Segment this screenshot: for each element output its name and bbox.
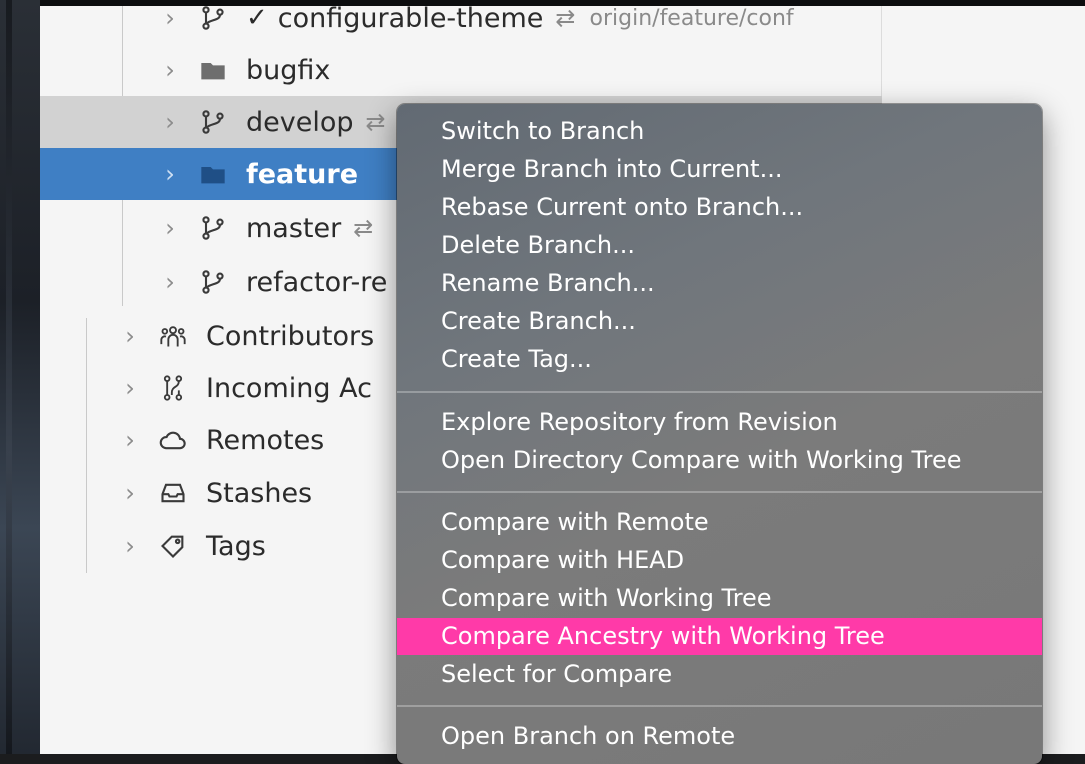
folder-icon	[198, 159, 228, 189]
chevron-right-icon[interactable]: ›	[120, 374, 140, 402]
section-label: Tags	[206, 530, 266, 562]
chevron-right-icon[interactable]: ›	[160, 160, 180, 188]
menu-separator	[397, 705, 1042, 707]
chevron-right-icon[interactable]: ›	[120, 426, 140, 454]
section-label: Remotes	[206, 424, 325, 456]
folder-icon	[198, 55, 228, 85]
git-branch-icon	[198, 213, 228, 243]
branch-context-menu: Switch to Branch Merge Branch into Curre…	[397, 104, 1042, 764]
checked-out-icon: ✓	[246, 3, 268, 33]
folder-label: feature	[246, 158, 359, 190]
chevron-right-icon[interactable]: ›	[160, 214, 180, 242]
cloud-icon	[158, 425, 188, 455]
section-label: Stashes	[206, 477, 313, 509]
menu-item-open-branch-on-remote[interactable]: Open Branch on Remote	[397, 718, 1042, 755]
menu-item-rebase-current[interactable]: Rebase Current onto Branch...	[397, 189, 1042, 226]
menu-separator	[397, 491, 1042, 493]
menu-item-switch-to-branch[interactable]: Switch to Branch	[397, 113, 1042, 150]
chevron-right-icon[interactable]: ›	[160, 4, 180, 32]
tracking-sync-icon: ⇄	[555, 4, 576, 32]
menu-separator	[397, 391, 1042, 393]
tracking-sync-icon: ⇄	[365, 108, 386, 136]
menu-item-compare-with-remote[interactable]: Compare with Remote	[397, 504, 1042, 541]
menu-item-merge-branch[interactable]: Merge Branch into Current...	[397, 151, 1042, 188]
chevron-right-icon[interactable]: ›	[160, 108, 180, 136]
menu-item-create-branch[interactable]: Create Branch...	[397, 303, 1042, 340]
menu-item-select-for-compare[interactable]: Select for Compare	[397, 656, 1042, 693]
git-branch-icon	[198, 107, 228, 137]
menu-item-open-directory-compare[interactable]: Open Directory Compare with Working Tree	[397, 442, 1042, 479]
menu-item-create-tag[interactable]: Create Tag...	[397, 341, 1042, 378]
menu-item-compare-ancestry[interactable]: Compare Ancestry with Working Tree	[397, 618, 1042, 655]
chevron-right-icon[interactable]: ›	[120, 479, 140, 507]
inbox-icon	[158, 478, 188, 508]
branch-label: refactor-re	[246, 266, 388, 298]
menu-item-compare-with-head[interactable]: Compare with HEAD	[397, 542, 1042, 579]
section-label: Incoming Ac	[206, 372, 372, 404]
chevron-right-icon[interactable]: ›	[120, 532, 140, 560]
git-branch-icon	[198, 267, 228, 297]
chevron-right-icon[interactable]: ›	[160, 268, 180, 296]
people-icon	[158, 321, 188, 351]
branch-label: configurable-theme	[277, 2, 544, 34]
tag-icon	[158, 531, 188, 561]
menu-item-explore-repository[interactable]: Explore Repository from Revision	[397, 404, 1042, 441]
branch-label: master	[246, 212, 342, 244]
tree-item-bugfix[interactable]: › bugfix	[40, 44, 882, 96]
chevron-right-icon[interactable]: ›	[120, 322, 140, 350]
folder-label: bugfix	[246, 54, 331, 86]
menu-item-rename-branch[interactable]: Rename Branch...	[397, 265, 1042, 302]
branch-label: develop	[246, 106, 354, 138]
section-label: Contributors	[206, 320, 375, 352]
menu-item-compare-with-working-tree[interactable]: Compare with Working Tree	[397, 580, 1042, 617]
branch-compare-icon	[158, 373, 188, 403]
chevron-right-icon[interactable]: ›	[160, 56, 180, 84]
tracking-sync-icon: ⇄	[353, 214, 374, 242]
tree-item-configurable-theme[interactable]: › ✓ configurable-theme ⇄ origin/feature/…	[40, 0, 882, 44]
tracking-branch-label: origin/feature/conf	[589, 5, 794, 31]
menu-item-delete-branch[interactable]: Delete Branch...	[397, 227, 1042, 264]
desktop-background	[0, 0, 40, 754]
git-branch-icon	[198, 3, 228, 33]
